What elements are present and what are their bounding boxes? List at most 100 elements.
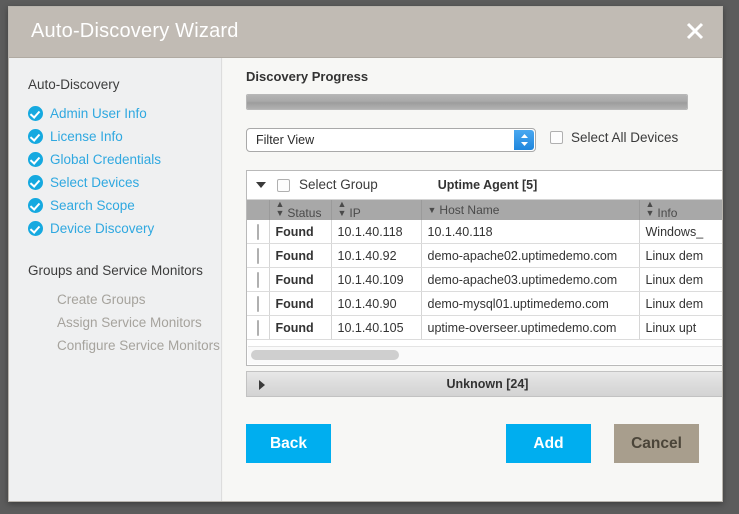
checkbox-box bbox=[550, 131, 563, 144]
cell-ip: 10.1.40.92 bbox=[331, 243, 422, 268]
progress-bar-fill bbox=[247, 95, 687, 109]
row-checkbox-cell[interactable] bbox=[247, 243, 270, 268]
cell-ip: 10.1.40.118 bbox=[331, 220, 422, 244]
filter-view-select[interactable]: Filter View bbox=[246, 128, 536, 152]
column-header-info[interactable]: ▲ ▼ Info bbox=[639, 199, 722, 220]
row-checkbox[interactable] bbox=[256, 271, 259, 288]
check-circle-icon bbox=[28, 221, 43, 236]
dialog-body: Auto-Discovery Admin User Info License I… bbox=[9, 58, 722, 501]
row-checkbox-cell[interactable] bbox=[247, 315, 270, 340]
table-row[interactable]: Found 10.1.40.90 demo-mysql01.uptimedemo… bbox=[247, 291, 722, 316]
discovery-progress-label: Discovery Progress bbox=[246, 69, 369, 84]
row-checkbox[interactable] bbox=[256, 319, 259, 336]
column-header-host-name[interactable]: ▼ Host Name bbox=[421, 200, 640, 220]
column-header-checkbox bbox=[247, 200, 270, 220]
cell-status: Found bbox=[269, 267, 332, 292]
cell-host: demo-apache03.uptimedemo.com bbox=[421, 267, 640, 292]
check-circle-icon bbox=[28, 175, 43, 190]
column-label: Info bbox=[657, 206, 678, 220]
unknown-group-title: Unknown [24] bbox=[446, 377, 529, 391]
cell-status: Found bbox=[269, 243, 332, 268]
sidebar-item-global-credentials[interactable]: Global Credentials bbox=[9, 148, 221, 171]
discovered-devices-table: ▲ ▼ Status ▲ ▼ IP ▼ Host Name ▲ ▼ Info F… bbox=[247, 199, 722, 340]
table-row[interactable]: Found 10.1.40.92 demo-apache02.uptimedem… bbox=[247, 243, 722, 268]
row-checkbox[interactable] bbox=[256, 223, 259, 240]
discovery-progress-bar bbox=[246, 94, 688, 110]
back-button[interactable]: Back bbox=[246, 424, 331, 463]
table-row[interactable]: Found 10.1.40.105 uptime-overseer.uptime… bbox=[247, 315, 722, 340]
row-checkbox[interactable] bbox=[256, 247, 259, 264]
column-label: Host Name bbox=[439, 203, 500, 217]
check-circle-icon bbox=[28, 152, 43, 167]
select-all-devices-checkbox[interactable]: Select All Devices bbox=[550, 130, 678, 145]
cell-ip: 10.1.40.105 bbox=[331, 315, 422, 340]
column-label: IP bbox=[349, 206, 361, 220]
cell-ip: 10.1.40.109 bbox=[331, 267, 422, 292]
sidebar-item-configure-service-monitors[interactable]: Configure Service Monitors bbox=[9, 334, 221, 357]
sidebar-item-label: Search Scope bbox=[50, 198, 135, 213]
horizontal-scrollbar[interactable] bbox=[248, 346, 722, 364]
cell-ip: 10.1.40.90 bbox=[331, 291, 422, 316]
row-checkbox-cell[interactable] bbox=[247, 220, 270, 244]
sidebar-item-label: License Info bbox=[50, 129, 123, 144]
cell-host: uptime-overseer.uptimedemo.com bbox=[421, 315, 640, 340]
sidebar-item-license-info[interactable]: License Info bbox=[9, 125, 221, 148]
auto-discovery-wizard-dialog: Auto-Discovery Wizard Auto-Discovery Adm… bbox=[8, 6, 723, 502]
chevron-up-down-icon[interactable] bbox=[514, 130, 534, 150]
uptime-agent-group-panel: Select Group Uptime Agent [5] ▲▼Status bbox=[246, 170, 722, 366]
row-checkbox[interactable] bbox=[256, 295, 259, 312]
sidebar-item-assign-service-monitors[interactable]: Assign Service Monitors bbox=[9, 311, 221, 334]
column-header-status[interactable]: ▲ ▼ Status bbox=[269, 199, 332, 220]
check-circle-icon bbox=[28, 198, 43, 213]
sidebar-item-admin-user-info[interactable]: Admin User Info bbox=[9, 102, 221, 125]
check-circle-icon bbox=[28, 129, 43, 144]
sidebar-section-auto-discovery-title: Auto-Discovery bbox=[28, 77, 120, 92]
chevron-down-icon[interactable] bbox=[256, 182, 266, 188]
sort-updown-icon: ▲ ▼ bbox=[337, 199, 347, 218]
filter-view-selected-value: Filter View bbox=[256, 133, 315, 147]
cell-status: Found bbox=[269, 291, 332, 316]
cell-status: Found bbox=[269, 315, 332, 340]
cancel-button[interactable]: Cancel bbox=[614, 424, 699, 463]
cell-info: Linux dem bbox=[639, 243, 722, 268]
sidebar-item-create-groups[interactable]: Create Groups bbox=[9, 288, 221, 311]
sort-updown-icon: ▲ ▼ bbox=[645, 199, 655, 218]
cell-host: demo-mysql01.uptimedemo.com bbox=[421, 291, 640, 316]
table-header-row: ▲ ▼ Status ▲ ▼ IP ▼ Host Name ▲ ▼ Info bbox=[247, 199, 722, 220]
dialog-title: Auto-Discovery Wizard bbox=[31, 20, 239, 42]
sidebar-item-search-scope[interactable]: Search Scope bbox=[9, 194, 221, 217]
sidebar-item-select-devices[interactable]: Select Devices bbox=[9, 171, 221, 194]
unknown-group-row[interactable]: Unknown [24] bbox=[246, 371, 722, 397]
row-checkbox-cell[interactable] bbox=[247, 267, 270, 292]
add-button[interactable]: Add bbox=[506, 424, 591, 463]
cell-status: Found bbox=[269, 220, 332, 244]
wizard-sidebar: Auto-Discovery Admin User Info License I… bbox=[9, 58, 222, 501]
cell-host: demo-apache02.uptimedemo.com bbox=[421, 243, 640, 268]
group-header: Select Group Uptime Agent [5] bbox=[247, 171, 722, 200]
table-row[interactable]: Found 10.1.40.118 10.1.40.118 Windows_ bbox=[247, 220, 722, 244]
wizard-content: Discovery Progress Filter View Select Al… bbox=[223, 58, 722, 501]
check-circle-icon bbox=[28, 106, 43, 121]
sidebar-item-label: Device Discovery bbox=[50, 221, 155, 236]
cell-info: Linux upt bbox=[639, 315, 722, 340]
column-header-ip[interactable]: ▲ ▼ IP bbox=[331, 199, 422, 220]
close-icon[interactable] bbox=[682, 18, 708, 44]
sort-updown-icon: ▲ ▼ bbox=[275, 199, 285, 218]
sidebar-item-label: Global Credentials bbox=[50, 152, 162, 167]
row-checkbox-cell[interactable] bbox=[247, 291, 270, 316]
dialog-titlebar: Auto-Discovery Wizard bbox=[9, 7, 722, 58]
sort-down-icon: ▼ bbox=[427, 205, 437, 215]
table-row[interactable]: Found 10.1.40.109 demo-apache03.uptimede… bbox=[247, 267, 722, 292]
sidebar-item-device-discovery[interactable]: Device Discovery bbox=[9, 217, 221, 240]
cell-host: 10.1.40.118 bbox=[421, 220, 640, 244]
select-group-checkbox[interactable] bbox=[277, 179, 290, 192]
select-all-devices-label: Select All Devices bbox=[571, 130, 679, 145]
scrollbar-thumb[interactable] bbox=[251, 350, 399, 360]
column-label: Status bbox=[287, 206, 322, 220]
sidebar-section-groups-title: Groups and Service Monitors bbox=[28, 263, 203, 278]
sidebar-item-label: Admin User Info bbox=[50, 106, 147, 121]
cell-info: Linux dem bbox=[639, 291, 722, 316]
cell-info: Linux dem bbox=[639, 267, 722, 292]
sidebar-item-label: Select Devices bbox=[50, 175, 140, 190]
select-group-label: Select Group bbox=[299, 177, 378, 192]
